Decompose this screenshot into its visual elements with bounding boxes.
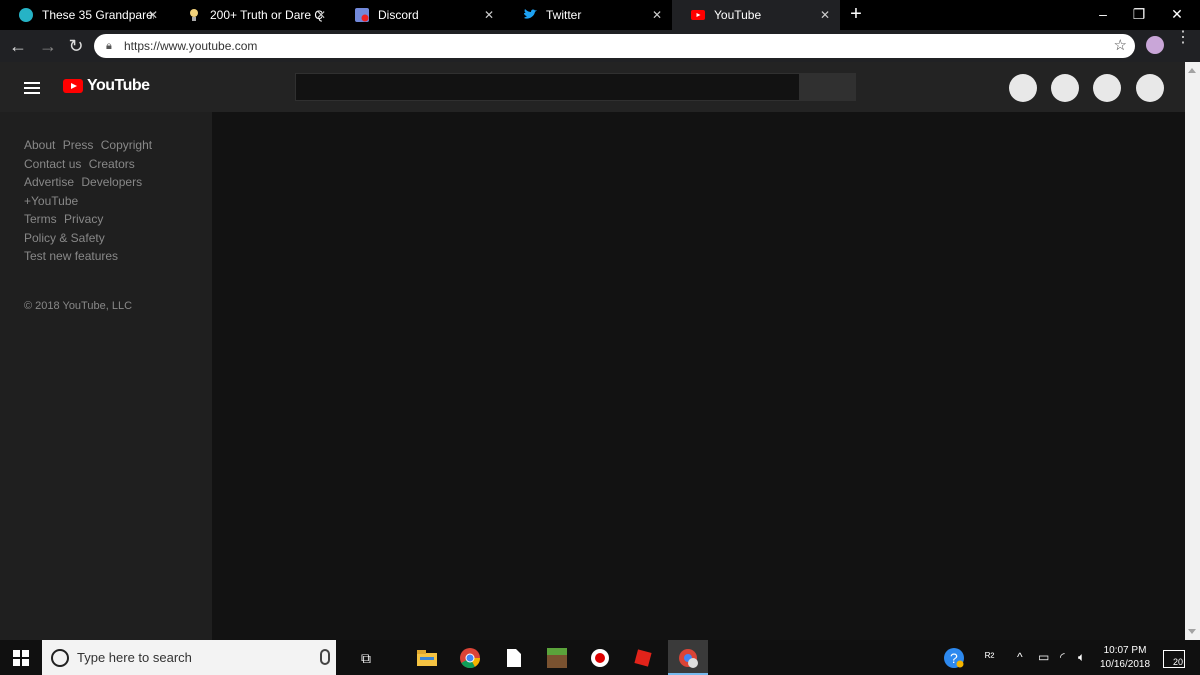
- document-icon[interactable]: [504, 648, 524, 668]
- lock-icon: 🔒︎: [106, 40, 112, 52]
- windows-start-icon[interactable]: [13, 650, 29, 666]
- back-button[interactable]: ←: [6, 34, 30, 58]
- minecraft-icon[interactable]: [547, 648, 567, 668]
- close-icon[interactable]: ✕: [652, 8, 662, 22]
- creators-link[interactable]: Creators: [89, 157, 135, 171]
- url-text[interactable]: https://www.youtube.com: [124, 39, 257, 53]
- developers-link[interactable]: Developers: [81, 175, 142, 189]
- test-new-features-link[interactable]: Test new features: [24, 249, 118, 263]
- roblox-icon[interactable]: [633, 648, 653, 668]
- browser-tab-strip: These 35 Grandparents ✕ 200+ Truth or Da…: [0, 0, 1200, 30]
- notification-center-icon[interactable]: 20: [1163, 650, 1185, 668]
- new-tab-button[interactable]: +: [845, 4, 867, 26]
- youtube-masthead: YouTube: [0, 62, 1185, 112]
- windows-taskbar: Type here to search ⧉ ? ᴿ² ^ ▭ ◜ 🔈︎ 10:0…: [0, 640, 1200, 675]
- advertise-link[interactable]: Advertise: [24, 175, 74, 189]
- tab-grandparents[interactable]: These 35 Grandparents ✕: [0, 0, 168, 30]
- tab-youtube[interactable]: YouTube ✕: [672, 0, 840, 30]
- cortana-icon: [51, 648, 69, 667]
- wifi-icon[interactable]: ◜: [1060, 650, 1065, 664]
- discord-icon: [354, 7, 370, 23]
- footer-links-secondary: Terms Privacy Policy & Safety Test new f…: [24, 210, 212, 266]
- scroll-up-icon[interactable]: [1188, 68, 1196, 73]
- taskbar-search[interactable]: Type here to search: [42, 640, 336, 675]
- twitter-icon: [522, 7, 538, 23]
- close-icon[interactable]: ✕: [820, 8, 830, 22]
- close-icon[interactable]: ✕: [316, 8, 326, 22]
- chrome-icon[interactable]: [460, 648, 480, 668]
- file-explorer-icon[interactable]: [417, 648, 437, 668]
- guide-sidebar: About Press Copyright Contact us Creator…: [0, 112, 212, 640]
- taskbar-clock[interactable]: 10:07 PM 10/16/2018: [1098, 644, 1152, 672]
- close-icon[interactable]: ✕: [484, 8, 494, 22]
- create-button-placeholder[interactable]: [1009, 74, 1037, 102]
- taskbar-search-placeholder: Type here to search: [77, 650, 192, 665]
- close-icon[interactable]: ✕: [148, 8, 158, 22]
- tab-twitter[interactable]: Twitter ✕: [504, 0, 672, 30]
- tab-title: YouTube: [714, 8, 762, 22]
- tab-title: These 35 Grandparents: [42, 8, 154, 22]
- account-button-placeholder[interactable]: [1136, 74, 1164, 102]
- footer-links-primary: About Press Copyright Contact us Creator…: [24, 136, 212, 210]
- copyright-text: © 2018 YouTube, LLC: [24, 299, 133, 312]
- bookmark-star-icon[interactable]: ☆: [1114, 36, 1127, 54]
- browser-menu-icon[interactable]: ⋮: [1175, 30, 1191, 46]
- youtube-logo[interactable]: YouTube: [63, 77, 150, 95]
- notifications-button-placeholder[interactable]: [1093, 74, 1121, 102]
- record-icon[interactable]: [590, 648, 610, 668]
- tab-truth-or-dare[interactable]: 200+ Truth or Dare Que ✕: [168, 0, 336, 30]
- help-icon[interactable]: ?: [944, 648, 964, 668]
- about-link[interactable]: About: [24, 138, 55, 152]
- browser-toolbar: ← → ↻ 🔒︎ https://www.youtube.com ☆: [0, 30, 1200, 62]
- youtube-icon: [690, 7, 706, 23]
- clock-time: 10:07 PM: [1103, 645, 1147, 656]
- site-icon: [18, 7, 34, 23]
- tab-title: 200+ Truth or Dare Que: [210, 8, 322, 22]
- close-window-button[interactable]: ✕: [1154, 0, 1200, 30]
- chevron-up-icon[interactable]: ^: [1017, 650, 1023, 664]
- policy-safety-link[interactable]: Policy & Safety: [24, 231, 105, 245]
- volume-icon[interactable]: 🔈︎: [1078, 650, 1085, 665]
- search-button[interactable]: [800, 73, 856, 101]
- contact-us-link[interactable]: Contact us: [24, 157, 81, 171]
- tab-discord[interactable]: Discord ✕: [336, 0, 504, 30]
- copyright-link[interactable]: Copyright: [101, 138, 152, 152]
- clock-date: 10/16/2018: [1099, 659, 1151, 670]
- tab-title: Twitter: [546, 8, 582, 22]
- battery-icon[interactable]: ▭: [1038, 650, 1049, 664]
- tab-title: Discord: [378, 8, 419, 22]
- forward-button[interactable]: →: [36, 34, 60, 58]
- profile-avatar[interactable]: [1146, 36, 1164, 54]
- terms-link[interactable]: Terms: [24, 212, 57, 226]
- reload-button[interactable]: ↻: [64, 34, 88, 58]
- chrome-profile-icon[interactable]: [678, 648, 698, 668]
- page-scrollbar[interactable]: [1185, 62, 1200, 640]
- search-input[interactable]: [295, 73, 800, 101]
- task-view-icon[interactable]: ⧉: [356, 648, 376, 668]
- youtube-logo-text: YouTube: [87, 77, 150, 94]
- hamburger-menu-icon[interactable]: [24, 82, 40, 94]
- press-link[interactable]: Press: [63, 138, 94, 152]
- plus-youtube-link[interactable]: +YouTube: [24, 194, 78, 208]
- privacy-link[interactable]: Privacy: [64, 212, 103, 226]
- scroll-down-icon[interactable]: [1188, 629, 1196, 634]
- people-icon[interactable]: ᴿ²: [985, 650, 994, 664]
- youtube-play-icon: [63, 79, 83, 93]
- address-bar[interactable]: 🔒︎ https://www.youtube.com ☆: [94, 34, 1135, 58]
- main-content: [212, 112, 1185, 640]
- apps-button-placeholder[interactable]: [1051, 74, 1079, 102]
- microphone-icon[interactable]: [320, 649, 330, 665]
- lightbulb-icon: [186, 7, 202, 23]
